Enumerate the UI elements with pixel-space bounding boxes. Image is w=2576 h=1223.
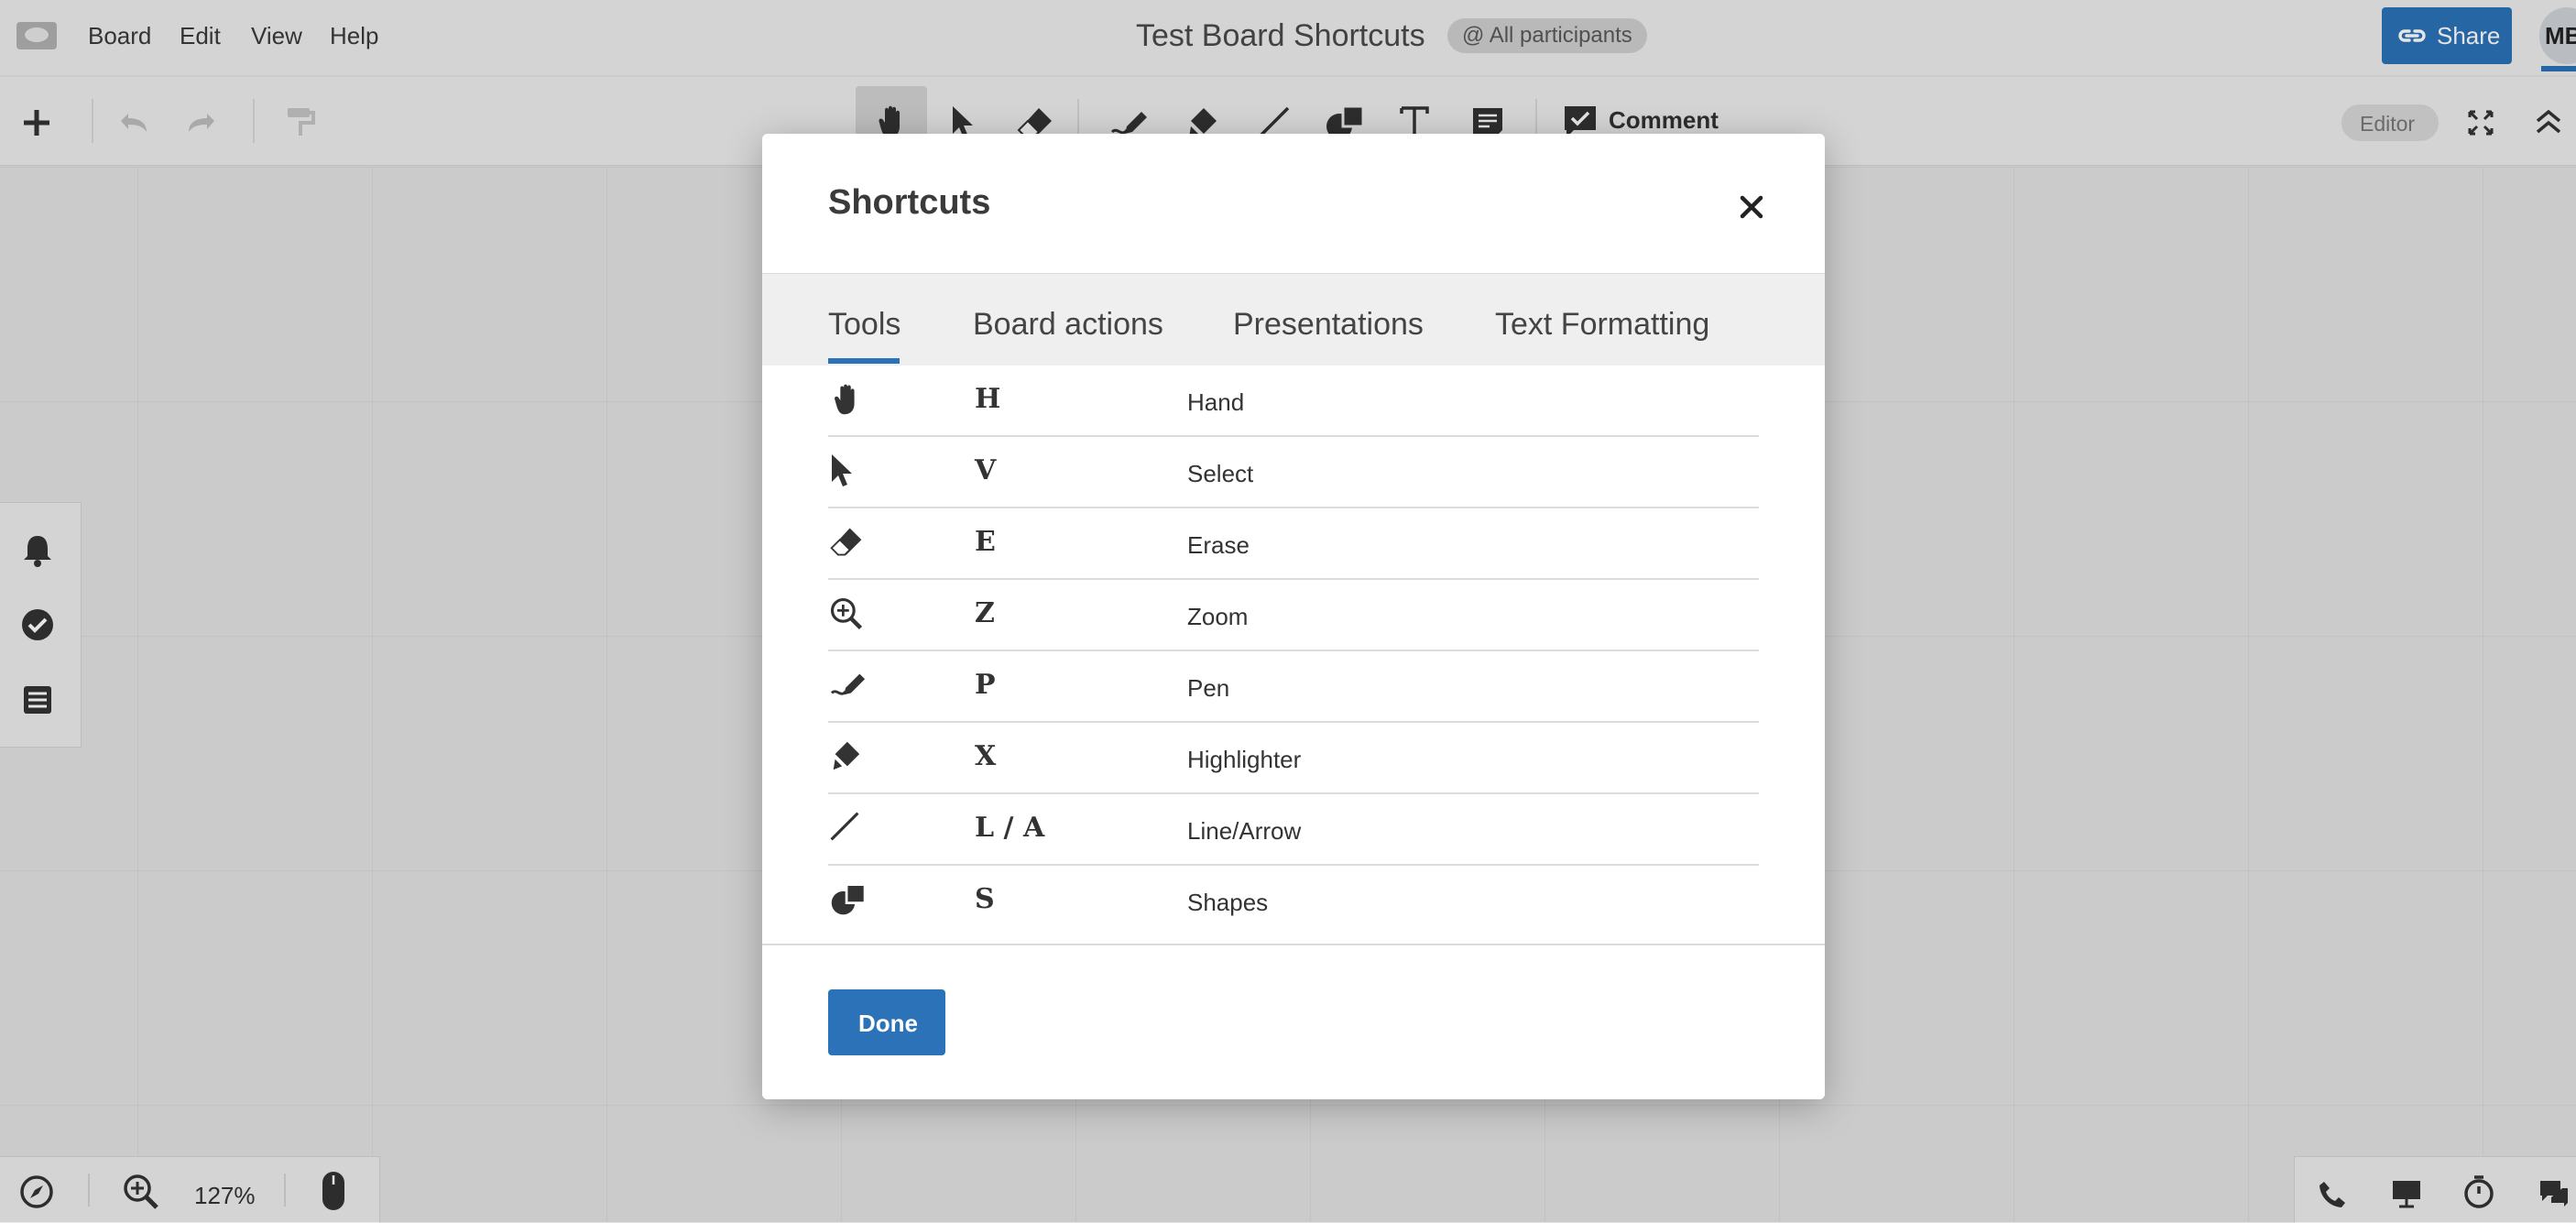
- tool-name: Highlighter: [1187, 746, 1302, 773]
- shortcut-key: S: [975, 883, 995, 915]
- tab-tools[interactable]: Tools: [828, 307, 901, 343]
- tool-name: Select: [1187, 460, 1254, 487]
- list-item: V Select: [828, 436, 1759, 508]
- shortcut-key: V: [975, 454, 997, 486]
- tool-name: Zoom: [1187, 603, 1249, 630]
- shortcut-key: P: [975, 669, 996, 701]
- list-item: H Hand: [828, 365, 1759, 437]
- tab-text-formatting[interactable]: Text Formatting: [1495, 307, 1709, 343]
- shortcut-key: L / A: [975, 812, 1045, 844]
- select-cursor-icon: [832, 454, 852, 486]
- line-icon: [830, 812, 859, 841]
- done-button[interactable]: Done: [828, 989, 945, 1055]
- list-item: X Highlighter: [828, 722, 1759, 794]
- pen-icon: [830, 673, 866, 695]
- shortcut-key: E: [975, 526, 996, 558]
- highlighter-icon: [833, 741, 860, 770]
- tool-name: Pen: [1187, 674, 1230, 702]
- list-item: Z Zoom: [828, 579, 1759, 651]
- shortcut-key: Z: [975, 597, 995, 629]
- modal-title: Shortcuts: [828, 183, 991, 222]
- shortcuts-modal: Shortcuts Tools Board actions Presentati…: [762, 134, 1825, 1099]
- zoom-icon: [830, 597, 863, 630]
- list-item: S Shapes: [828, 865, 1759, 935]
- active-tab-indicator: [828, 358, 900, 364]
- modal-footer: Done: [762, 944, 1825, 1099]
- tab-bar: Tools Board actions Presentations Text F…: [762, 273, 1825, 366]
- close-icon[interactable]: [1733, 189, 1770, 225]
- tool-name: Erase: [1187, 531, 1250, 559]
- tool-name: Shapes: [1187, 889, 1269, 916]
- tool-name: Hand: [1187, 388, 1245, 416]
- shapes-icon: [831, 883, 867, 915]
- tool-name: Line/Arrow: [1187, 817, 1302, 845]
- tab-board-actions[interactable]: Board actions: [973, 307, 1163, 343]
- hand-icon: [835, 384, 855, 415]
- list-item: L / A Line/Arrow: [828, 793, 1759, 866]
- shortcuts-list[interactable]: H Hand V Select E Erase Z Zoom P Pen X H…: [762, 365, 1825, 944]
- shortcut-key: X: [975, 740, 997, 772]
- list-item: P Pen: [828, 650, 1759, 723]
- tab-presentations[interactable]: Presentations: [1233, 307, 1424, 343]
- eraser-icon: [830, 528, 862, 556]
- shortcut-key: H: [975, 383, 1001, 415]
- done-label: Done: [858, 1010, 918, 1037]
- list-item: E Erase: [828, 508, 1759, 580]
